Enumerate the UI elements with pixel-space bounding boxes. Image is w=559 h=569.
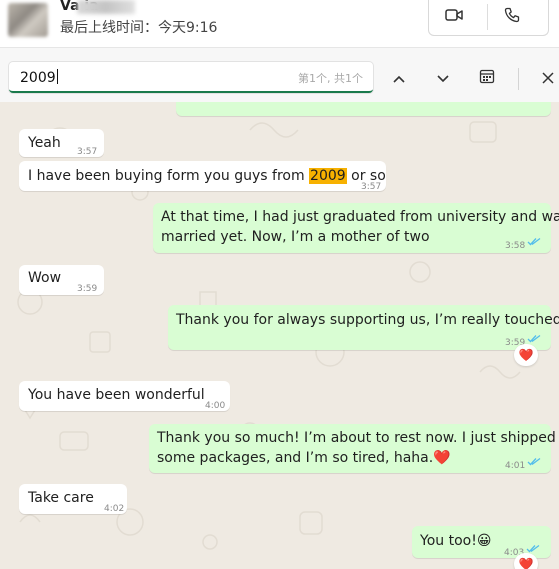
read-ticks-icon <box>527 457 541 466</box>
avatar[interactable] <box>8 3 48 37</box>
message-time: 3:58 <box>505 241 526 251</box>
search-value: 2009 <box>20 70 56 86</box>
reaction-emoji: ❤️ <box>518 348 534 362</box>
divider <box>518 68 519 90</box>
message-time: 4:00 <box>205 401 226 411</box>
message-text: You have been wonderful <box>28 387 205 403</box>
calendar-icon <box>479 68 495 88</box>
redaction-blur <box>77 0 135 14</box>
text-caret <box>56 69 58 84</box>
match-count: 第1个, 共1个 <box>298 72 363 85</box>
message-text: Take care <box>28 490 94 506</box>
voice-call-button[interactable] <box>499 6 525 28</box>
search-highlight: 2009 <box>309 168 347 184</box>
outgoing-message[interactable]: Thank you for always supporting us, I’m … <box>168 305 559 350</box>
close-icon <box>542 69 554 88</box>
phone-icon <box>504 7 520 27</box>
read-ticks-icon <box>526 544 540 553</box>
incoming-message[interactable]: You have been wonderful 4:00 <box>19 381 230 411</box>
call-button-group <box>428 0 549 36</box>
message-text-line: some packages, and I’m so tired, haha.❤️ <box>157 450 451 466</box>
chat-messages-area[interactable]: Yeah 3:57 I have been buying form you gu… <box>0 102 559 569</box>
chat-header: Va ia 最后上线时间：今天9:16 <box>0 0 559 48</box>
message-time: 3:57 <box>77 147 98 157</box>
incoming-message[interactable]: I have been buying form you guys from 20… <box>19 161 386 192</box>
video-camera-icon <box>445 7 463 27</box>
message-text: Yeah <box>28 135 61 151</box>
message-time: 4:01 <box>505 461 526 471</box>
message-text-before: I have been buying form you guys from <box>28 168 310 184</box>
outgoing-message[interactable]: At that time, I had just graduated from … <box>153 203 559 253</box>
message-text: I have been buying form you guys from 20… <box>28 166 386 186</box>
read-ticks-icon <box>527 237 541 246</box>
outgoing-message[interactable]: Thank you so much! I’m about to rest now… <box>149 424 559 473</box>
message-search-bar: 2009 第1个, 共1个 <box>0 48 559 102</box>
message-text-line: married yet. Now, I’m a mother of two <box>161 229 430 245</box>
incoming-message[interactable]: Wow 3:59 <box>19 265 104 295</box>
message-text: Thank you for always supporting us, I’m … <box>176 312 559 328</box>
video-call-button[interactable] <box>441 6 467 28</box>
message-text-line: Thank you so much! I’m about to rest now… <box>157 430 559 446</box>
message-text: You too!😀 <box>420 533 492 549</box>
divider <box>487 4 488 30</box>
next-match-button[interactable] <box>432 67 454 89</box>
message-time: 4:02 <box>104 504 125 514</box>
close-search-button[interactable] <box>537 67 559 89</box>
message-text-line: At that time, I had just graduated from … <box>161 209 559 225</box>
heart-reaction[interactable]: ❤️ <box>514 344 538 366</box>
search-input[interactable]: 2009 第1个, 共1个 <box>9 62 373 93</box>
chevron-down-icon <box>436 69 450 88</box>
message-bubble-partial[interactable] <box>176 102 551 116</box>
search-by-date-button[interactable] <box>476 67 498 89</box>
incoming-message[interactable]: Take care 4:02 <box>19 484 127 514</box>
previous-match-button[interactable] <box>388 67 410 89</box>
message-time: 3:59 <box>77 284 98 294</box>
reaction-emoji: ❤️ <box>518 557 534 569</box>
heart-reaction[interactable]: ❤️ <box>514 553 538 569</box>
message-text: Wow <box>28 270 62 286</box>
chevron-up-icon <box>392 69 406 88</box>
message-time: 3:57 <box>361 182 382 192</box>
last-seen-status: 最后上线时间：今天9:16 <box>60 20 218 36</box>
read-ticks-icon <box>527 334 541 343</box>
incoming-message[interactable]: Yeah 3:57 <box>19 129 104 157</box>
